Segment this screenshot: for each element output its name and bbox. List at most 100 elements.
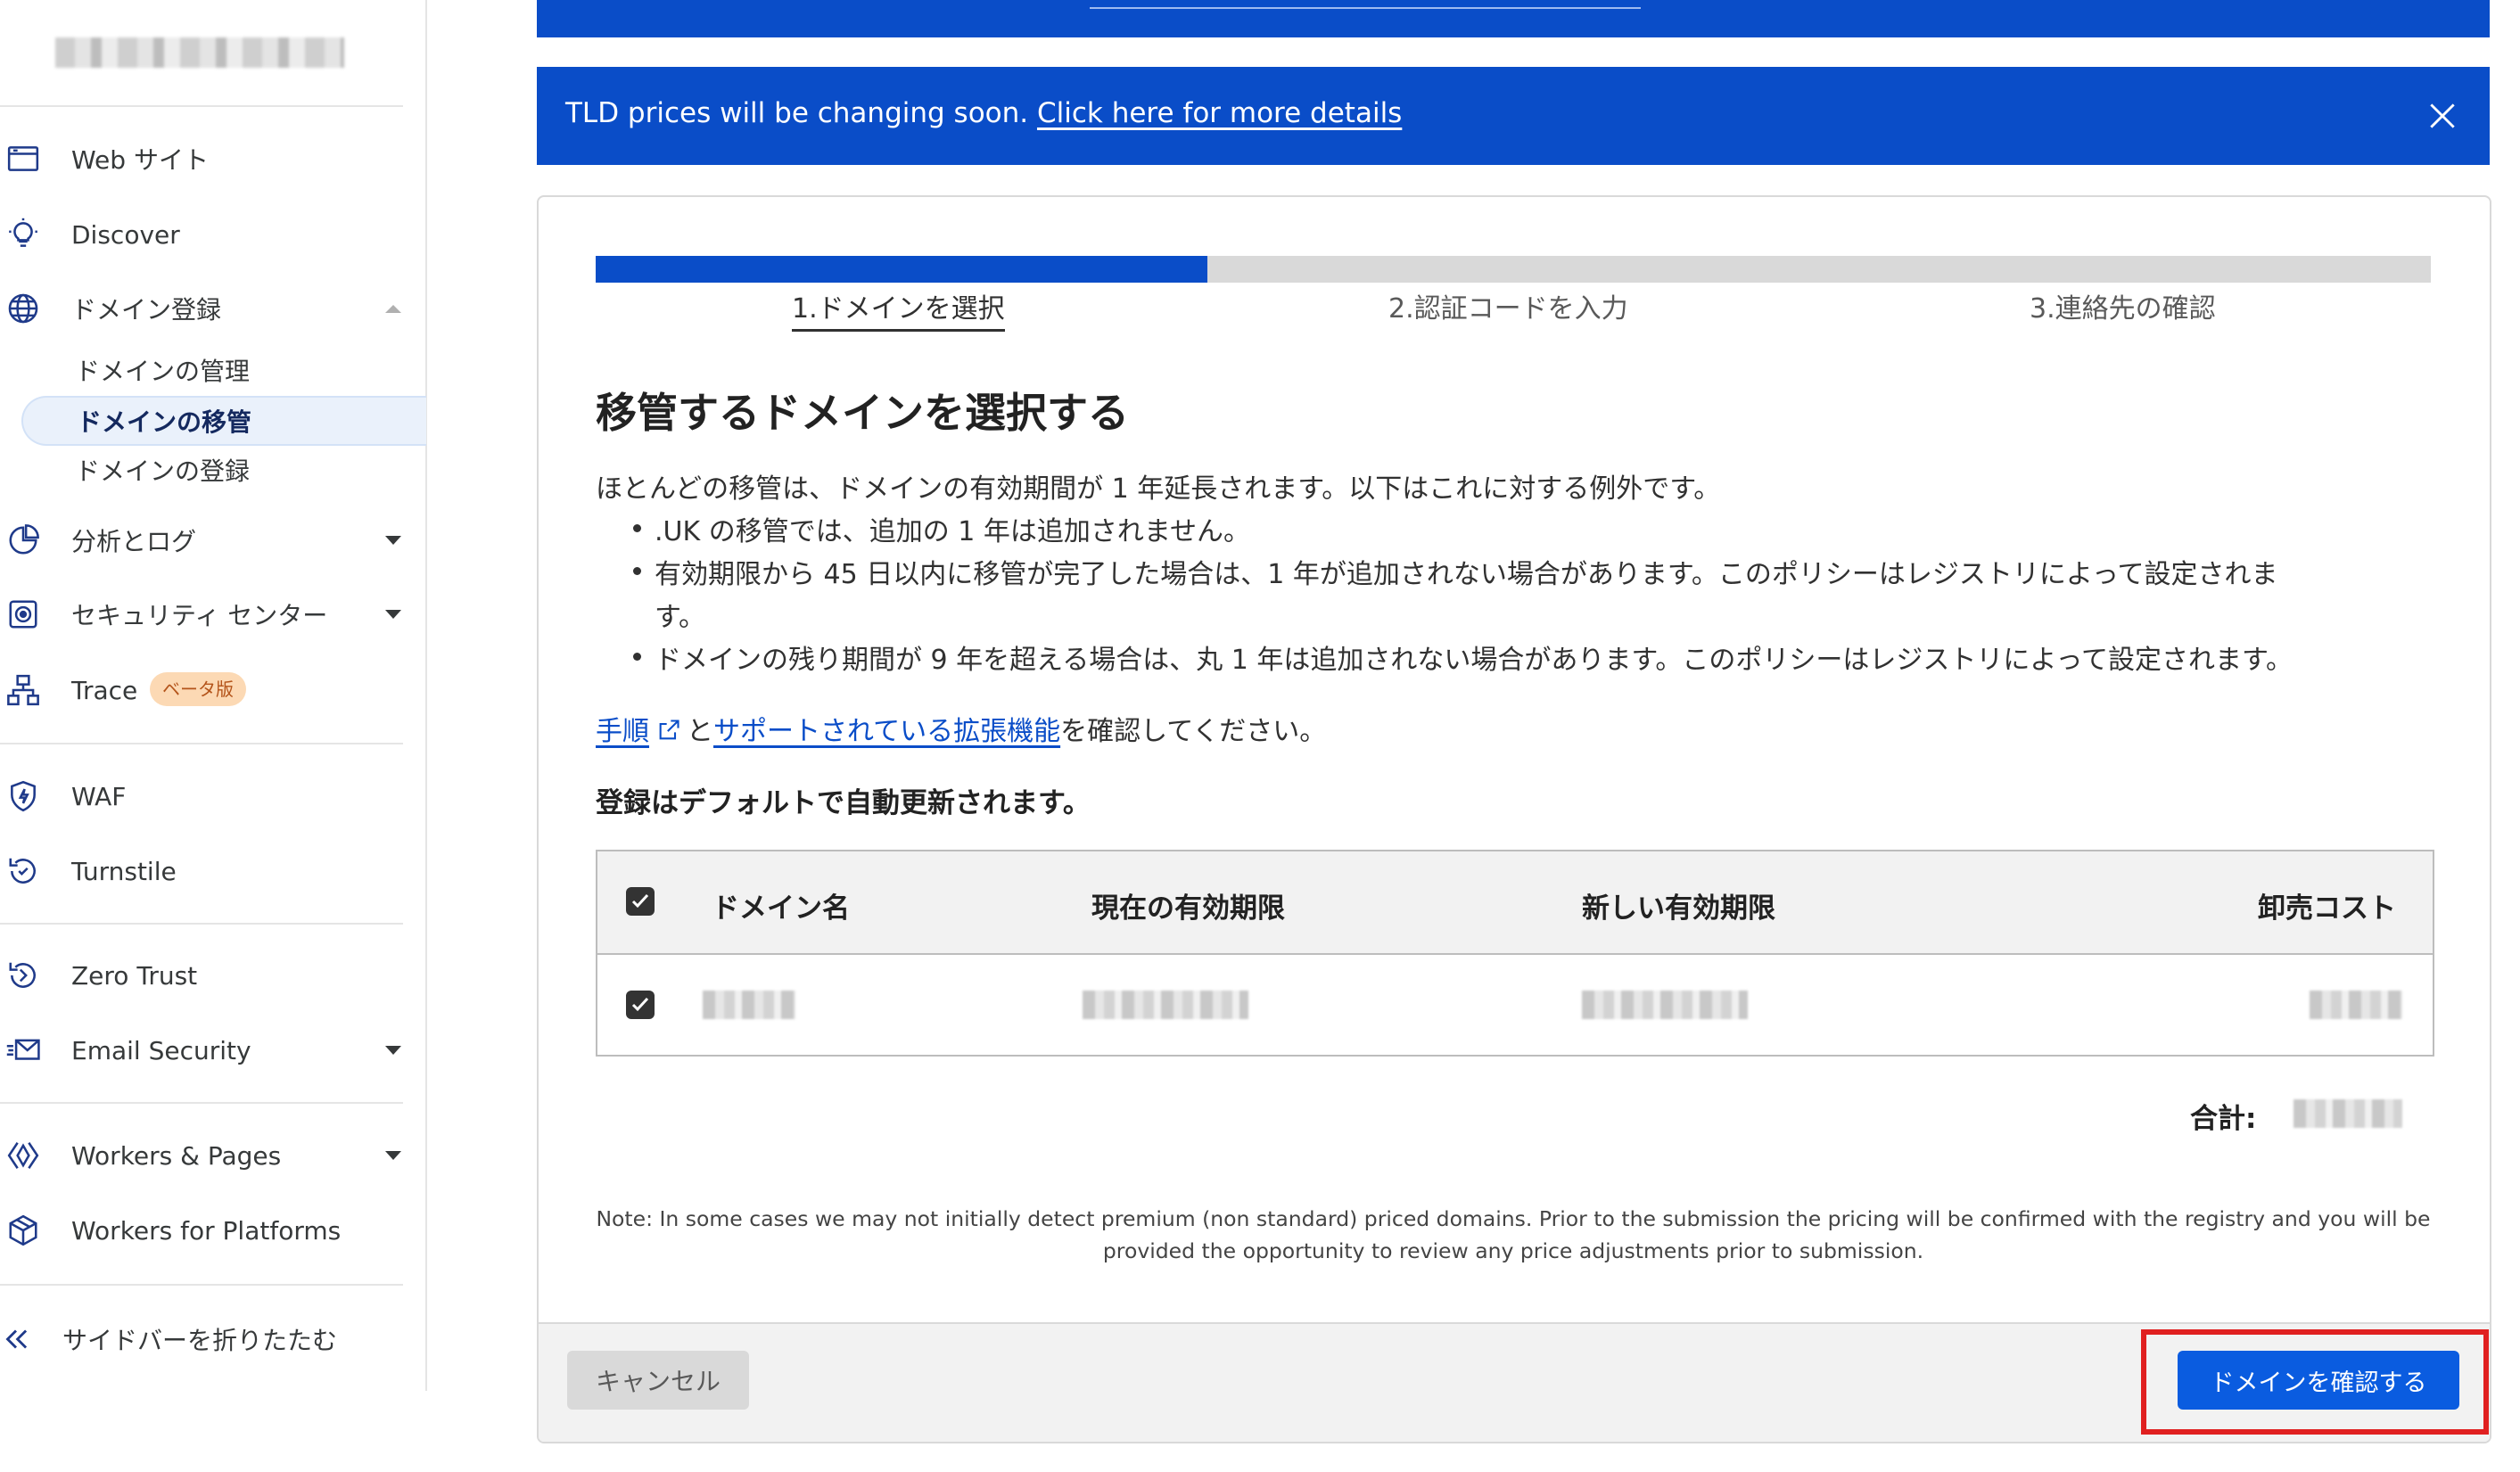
instructions-link[interactable]: 手順 — [596, 716, 649, 747]
previous-banner — [537, 0, 2490, 37]
total-amount-redacted — [2294, 1099, 2402, 1128]
sidebar-item-label: Turnstile — [71, 856, 177, 886]
current-expiry-redacted — [1083, 991, 1248, 1019]
select-all-checkbox[interactable] — [626, 887, 655, 916]
step-3-confirm-contacts: 3.連絡先の確認 — [2030, 293, 2216, 325]
collapse-sidebar-label: サイドバーを折りたたむ — [62, 1326, 338, 1355]
chevron-down-icon — [385, 610, 401, 619]
sidebar-item-label: 分析とログ — [71, 527, 197, 556]
sidebar-item-zero-trust[interactable]: Zero Trust — [0, 947, 403, 1004]
sidebar-subitem-manage-domains[interactable]: ドメインの管理 — [21, 346, 424, 394]
highlight-annotation — [2141, 1329, 2489, 1435]
sidebar-item-trace[interactable]: Trace ベータ版 — [0, 662, 403, 719]
transfer-wizard-card: 1.ドメインを選択 2.認証コードを入力 3.連絡先の確認 移管するドメインを選… — [537, 195, 2491, 1443]
sidebar-divider — [0, 105, 403, 107]
browser-window-icon — [4, 139, 43, 178]
new-expiry-redacted — [1582, 991, 1748, 1019]
previous-banner-link[interactable] — [1090, 7, 1641, 9]
exception-bullet: 有効期限から 45 日以内に移管が完了した場合は、1 年が追加されない場合があり… — [632, 552, 2277, 591]
intro-text: ほとんどの移管は、ドメインの有効期間が 1 年延長されます。以下はこれに対する例… — [596, 473, 1721, 505]
sidebar-item-label: Email Security — [71, 1035, 251, 1065]
banner-details-link[interactable]: Click here for more details — [1037, 97, 1402, 129]
sidebar-item-label: WAF — [71, 781, 127, 811]
globe-icon — [4, 289, 43, 328]
sidebar-subitem-label: ドメインの管理 — [75, 357, 251, 386]
chevron-up-icon — [385, 304, 401, 313]
sidebar-subitem-transfer-domains[interactable]: ドメインの移管 — [21, 396, 426, 446]
page-title: 移管するドメインを選択する — [596, 389, 1129, 437]
sidebar-item-label: Workers for Platforms — [71, 1215, 342, 1246]
sidebar: Web サイト Discover ドメイン登録 ドメインの管理 ドメインの移管 … — [0, 0, 427, 1391]
pie-chart-icon — [4, 521, 43, 560]
chevron-down-icon — [385, 1151, 401, 1160]
column-header-wholesale-cost: 卸売コスト — [2258, 892, 2396, 925]
supported-extensions-link[interactable]: サポートされている拡張機能 — [713, 716, 1060, 747]
collapse-sidebar-button[interactable]: サイドバーを折りたたむ — [0, 1311, 403, 1368]
sidebar-item-analytics-logs[interactable]: 分析とログ — [0, 512, 403, 569]
sidebar-item-label: Workers & Pages — [71, 1140, 282, 1171]
column-header-new-expiry: 新しい有効期限 — [1582, 892, 1775, 925]
tld-price-banner: TLD prices will be changing soon. Click … — [537, 67, 2490, 165]
zero-trust-icon — [4, 956, 43, 995]
chevron-down-icon — [385, 536, 401, 545]
links-connector: と — [687, 716, 713, 747]
table-header: ドメイン名 現在の有効期限 新しい有効期限 卸売コスト — [597, 851, 2433, 955]
sidebar-item-label: ドメイン登録 — [71, 295, 222, 325]
table-row — [597, 955, 2433, 1055]
sidebar-item-label: Web サイト — [71, 145, 209, 175]
cancel-button[interactable]: キャンセル — [567, 1351, 749, 1410]
sidebar-subitem-label: ドメインの移管 — [77, 407, 252, 437]
sidebar-divider — [0, 1102, 403, 1104]
sidebar-item-label: セキュリティ センター — [71, 601, 328, 630]
double-chevron-left-icon — [0, 1320, 36, 1359]
domains-table: ドメイン名 現在の有効期限 新しい有効期限 卸売コスト — [596, 850, 2434, 1057]
sidebar-item-workers-for-platforms[interactable]: Workers for Platforms — [0, 1202, 403, 1259]
chevron-down-icon — [385, 1046, 401, 1055]
external-link-icon — [659, 720, 679, 740]
progress-bar — [596, 256, 2431, 283]
sidebar-divider — [0, 923, 403, 925]
total-label: 合計: — [2190, 1103, 2257, 1135]
exception-bullet: .UK の移管では、追加の 1 年は追加されません。 — [633, 509, 1250, 548]
links-tail: を確認してください。 — [1060, 716, 1327, 747]
exception-bullet-continuation: す。 — [655, 602, 705, 633]
column-header-domain: ドメイン名 — [712, 892, 850, 925]
sidebar-item-email-security[interactable]: Email Security — [0, 1022, 403, 1079]
column-header-current-expiry: 現在の有効期限 — [1091, 892, 1285, 925]
turnstile-icon — [4, 851, 43, 891]
shield-bolt-icon — [4, 777, 43, 816]
exception-bullet: ドメインの残り期間が 9 年を超える場合は、丸 1 年は追加されない場合がありま… — [632, 637, 2293, 677]
sidebar-item-discover[interactable]: Discover — [0, 206, 403, 263]
docs-links-line: 手順 とサポートされている拡張機能を確認してください。 — [596, 709, 1326, 748]
banner-text: TLD prices will be changing soon. Click … — [565, 97, 1402, 129]
sidebar-item-workers-pages[interactable]: Workers & Pages — [0, 1127, 403, 1184]
step-1-select-domain: 1.ドメインを選択 — [792, 286, 1005, 332]
sidebar-item-label: Zero Trust — [71, 960, 198, 991]
package-icon — [4, 1211, 43, 1250]
sidebar-subitem-register-domains[interactable]: ドメインの登録 — [21, 446, 424, 494]
row-checkbox[interactable] — [626, 991, 655, 1019]
auto-renew-note: 登録はデフォルトで自動更新されます。 — [596, 787, 1091, 819]
banner-message: TLD prices will be changing soon. — [565, 97, 1037, 129]
security-center-icon — [4, 595, 43, 634]
sidebar-item-websites[interactable]: Web サイト — [0, 130, 403, 187]
account-name-redacted[interactable] — [55, 37, 344, 68]
sitemap-icon — [4, 670, 43, 710]
progress-bar-fill — [596, 256, 1207, 283]
email-icon — [4, 1031, 43, 1070]
sidebar-item-domain-registration[interactable]: ドメイン登録 — [0, 280, 403, 337]
close-icon[interactable] — [2425, 99, 2459, 133]
sidebar-item-waf[interactable]: WAF — [0, 768, 403, 825]
sidebar-item-turnstile[interactable]: Turnstile — [0, 843, 403, 900]
sidebar-item-security-center[interactable]: セキュリティ センター — [0, 586, 403, 643]
domain-name-redacted — [703, 991, 795, 1019]
sidebar-item-label: Discover — [71, 219, 180, 250]
sidebar-item-label: Trace — [71, 675, 138, 705]
step-2-auth-code: 2.認証コードを入力 — [1388, 293, 1628, 325]
workers-icon — [4, 1136, 43, 1175]
sidebar-subitem-label: ドメインの登録 — [75, 456, 251, 486]
beta-badge: ベータ版 — [150, 672, 246, 706]
lightbulb-icon — [4, 215, 43, 254]
wholesale-cost-redacted — [2310, 991, 2402, 1019]
sidebar-divider — [0, 1284, 403, 1286]
